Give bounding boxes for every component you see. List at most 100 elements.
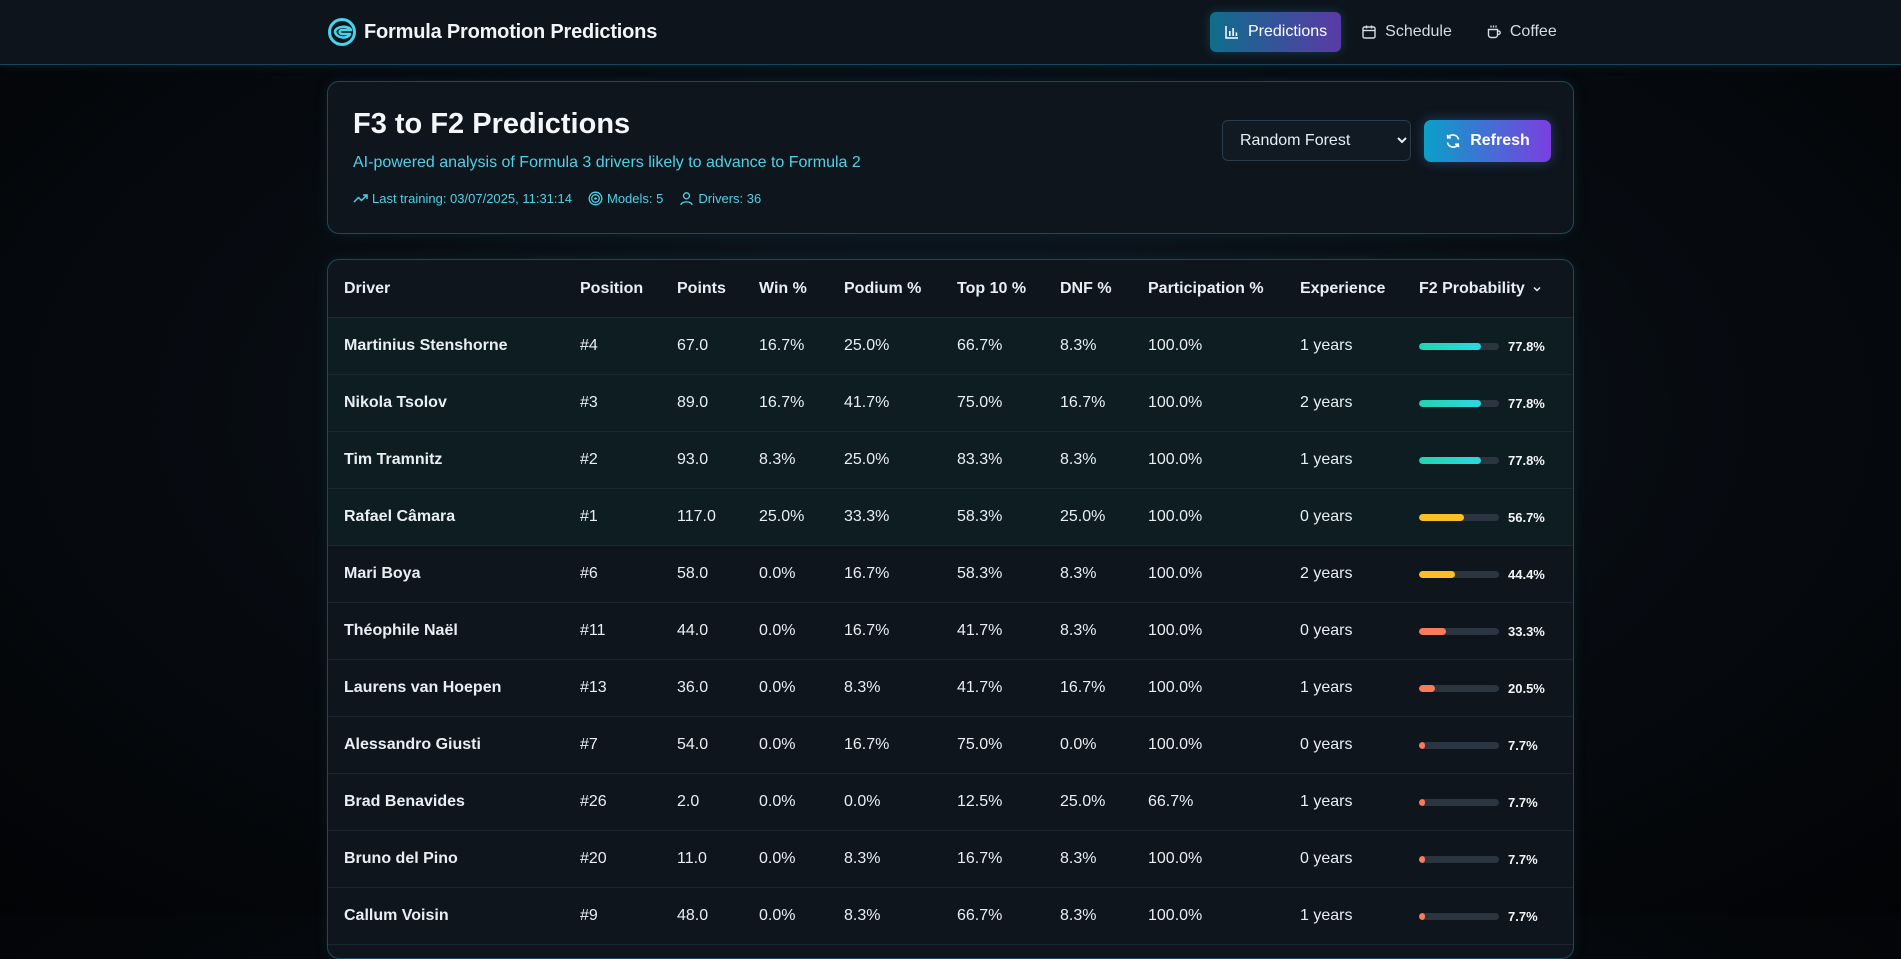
cell-top10-pct: 75.0%	[941, 716, 1044, 774]
cell-win-pct: 0.0%	[743, 659, 828, 717]
cell-driver-name: Laurens van Hoepen	[328, 659, 564, 717]
probability-indicator: 7.7%	[1419, 852, 1573, 867]
table-row[interactable]: Callum Voisin #9 48.0 0.0% 8.3% 66.7% 8.3% 100.…	[328, 887, 1573, 945]
col-header-experience[interactable]: Experience	[1284, 260, 1403, 318]
cell-participation-pct: 100.0%	[1132, 317, 1284, 375]
col-header-points[interactable]: Points	[661, 260, 743, 318]
probability-bar-fill	[1419, 627, 1446, 635]
table-row[interactable]: Rafael Câmara #1 117.0 25.0% 33.3% 58.3% 25.0%…	[328, 488, 1573, 546]
cell-driver-name: Nikola Tsolov	[328, 374, 564, 432]
cell-win-pct: 16.7%	[743, 317, 828, 375]
probability-bar-track	[1419, 741, 1499, 749]
drivers-count-text: Drivers: 36	[698, 191, 762, 206]
nav-coffee[interactable]: Coffee	[1472, 12, 1571, 52]
models-info: Models: 5	[588, 191, 663, 206]
refresh-button[interactable]: Refresh	[1424, 120, 1551, 162]
cell-experience: 2 years	[1284, 374, 1403, 432]
nav-schedule-label: Schedule	[1385, 23, 1452, 40]
table-row[interactable]: Tim Tramnitz #2 93.0 8.3% 25.0% 83.3% 8.3% 100.…	[328, 431, 1573, 489]
probability-indicator: 20.5%	[1419, 681, 1573, 696]
probability-value: 77.8%	[1508, 452, 1545, 468]
cell-podium-pct: 25.0%	[828, 317, 941, 375]
cell-participation-pct: 100.0%	[1132, 488, 1284, 546]
cell-top10-pct: 75.0%	[941, 374, 1044, 432]
trending-up-icon	[353, 194, 368, 203]
probability-bar-track	[1419, 684, 1499, 692]
table-row[interactable]: Alessandro Giusti #7 54.0 0.0% 16.7% 75.0% 0.0…	[328, 716, 1573, 774]
nav-predictions[interactable]: Predictions	[1210, 12, 1342, 52]
col-header-dnf[interactable]: DNF %	[1044, 260, 1132, 318]
probability-value: 56.7%	[1508, 509, 1545, 525]
cell-top10-pct: 58.3%	[941, 545, 1044, 603]
col-header-f2-probability[interactable]: F2 Probability	[1403, 260, 1573, 318]
probability-bar-fill	[1419, 798, 1426, 806]
col-header-top10[interactable]: Top 10 %	[941, 260, 1044, 318]
cell-dnf-pct: 16.7%	[1044, 374, 1132, 432]
probability-value: 7.7%	[1508, 908, 1538, 924]
cell-participation-pct: 100.0%	[1132, 545, 1284, 603]
cell-points: 117.0	[661, 488, 743, 546]
col-header-win[interactable]: Win %	[743, 260, 828, 318]
table-row[interactable]: Bruno del Pino #20 11.0 0.0% 8.3% 16.7% 8.3% 10…	[328, 830, 1573, 888]
cell-position: #1	[564, 488, 661, 546]
cell-participation-pct: 100.0%	[1132, 602, 1284, 660]
cell-podium-pct: 8.3%	[828, 887, 941, 945]
cell-win-pct: 0.0%	[743, 716, 828, 774]
cell-top10-pct: 12.5%	[941, 773, 1044, 831]
cell-podium-pct: 33.3%	[828, 488, 941, 546]
table-row[interactable]: Brad Benavides #26 2.0 0.0% 0.0% 12.5% 25.0% 66…	[328, 773, 1573, 831]
model-select[interactable]: Random Forest	[1222, 120, 1411, 161]
cell-points: 93.0	[661, 431, 743, 489]
last-training-info: Last training: 03/07/2025, 11:31:14	[353, 191, 572, 206]
probability-bar-fill	[1419, 342, 1482, 350]
table-row[interactable]: Mari Boya #6 58.0 0.0% 16.7% 58.3% 8.3% 100.0% 2…	[328, 545, 1573, 603]
table-header-row: Driver Position Points Win % Podium % To…	[328, 260, 1573, 318]
table-row[interactable]: Théophile Naël #11 44.0 0.0% 16.7% 41.7% 8.3% 1…	[328, 602, 1573, 660]
predictions-table: Driver Position Points Win % Podium % To…	[328, 260, 1573, 945]
cell-win-pct: 0.0%	[743, 602, 828, 660]
probability-indicator: 7.7%	[1419, 738, 1573, 753]
cell-podium-pct: 8.3%	[828, 830, 941, 888]
probability-bar-fill	[1419, 912, 1426, 920]
cell-driver-name: Callum Voisin	[328, 887, 564, 945]
probability-indicator: 77.8%	[1419, 396, 1573, 411]
brand[interactable]: Formula Promotion Predictions	[327, 14, 657, 50]
app-title: Formula Promotion Predictions	[364, 20, 658, 43]
col-header-driver[interactable]: Driver	[328, 260, 564, 318]
cell-dnf-pct: 25.0%	[1044, 773, 1132, 831]
probability-bar-fill	[1419, 855, 1426, 863]
cell-f2-probability: 77.8%	[1403, 431, 1573, 489]
cell-top10-pct: 83.3%	[941, 431, 1044, 489]
helmet-logo-icon	[328, 18, 356, 46]
cell-experience: 1 years	[1284, 659, 1403, 717]
table-row[interactable]: Martinius Stenshorne #4 67.0 16.7% 25.0% 66.7…	[328, 317, 1573, 375]
page-subtitle: AI-powered analysis of Formula 3 drivers…	[353, 154, 861, 171]
col-header-position[interactable]: Position	[564, 260, 661, 318]
probability-indicator: 56.7%	[1419, 510, 1573, 525]
cell-f2-probability: 20.5%	[1403, 659, 1573, 717]
cell-points: 67.0	[661, 317, 743, 375]
table-row[interactable]: Nikola Tsolov #3 89.0 16.7% 41.7% 75.0% 16.7% 1…	[328, 374, 1573, 432]
models-count-text: Models: 5	[606, 191, 664, 206]
probability-bar-fill	[1419, 456, 1482, 464]
table-row[interactable]: Laurens van Hoepen #13 36.0 0.0% 8.3% 41.7% 16…	[328, 659, 1573, 717]
cell-points: 44.0	[661, 602, 743, 660]
cell-win-pct: 0.0%	[743, 830, 828, 888]
cell-points: 2.0	[661, 773, 743, 831]
cell-top10-pct: 41.7%	[941, 602, 1044, 660]
calendar-icon	[1362, 25, 1376, 39]
cell-position: #3	[564, 374, 661, 432]
probability-value: 77.8%	[1508, 395, 1545, 411]
probability-bar-track	[1419, 399, 1499, 407]
nav-schedule[interactable]: Schedule	[1347, 12, 1466, 52]
predictions-table-card: Driver Position Points Win % Podium % To…	[327, 259, 1574, 959]
cell-top10-pct: 58.3%	[941, 488, 1044, 546]
col-header-participation[interactable]: Participation %	[1132, 260, 1284, 318]
col-header-podium[interactable]: Podium %	[828, 260, 941, 318]
cell-experience: 0 years	[1284, 488, 1403, 546]
main-nav: Predictions Schedule Coffee	[1210, 12, 1577, 52]
cell-f2-probability: 7.7%	[1403, 773, 1573, 831]
cell-position: #7	[564, 716, 661, 774]
probability-bar-track	[1419, 570, 1499, 578]
probability-indicator: 44.4%	[1419, 567, 1573, 582]
